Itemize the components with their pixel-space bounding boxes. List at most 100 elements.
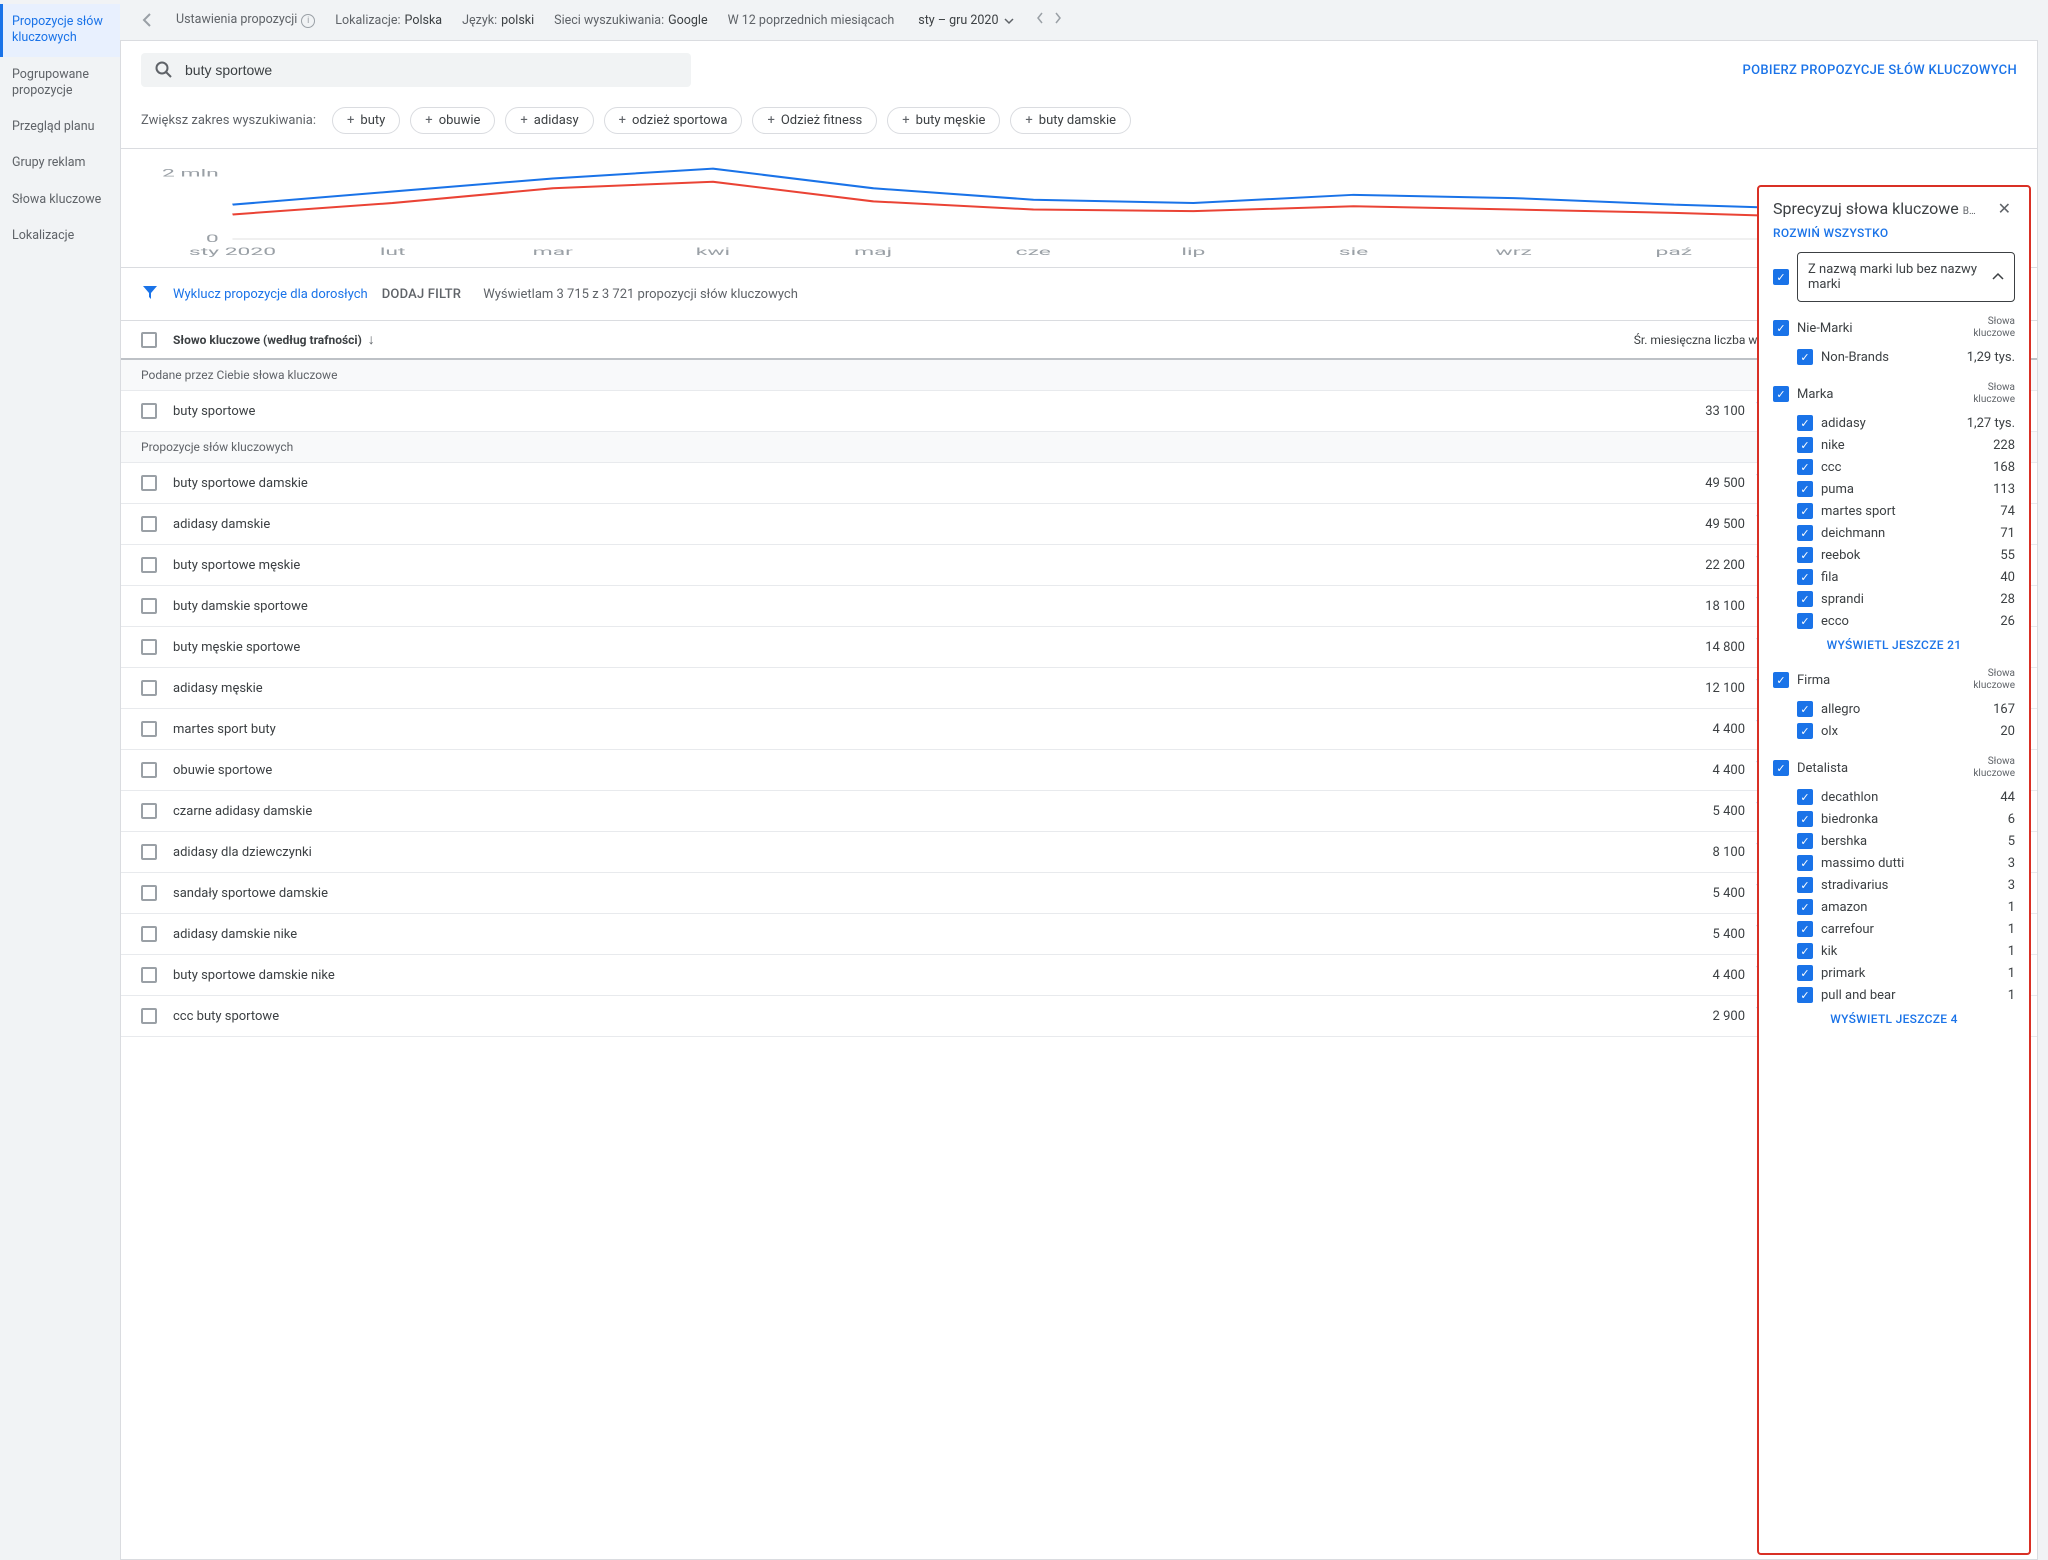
back-icon[interactable] <box>138 11 156 29</box>
refine-item[interactable]: ✓bershka 5 <box>1773 830 2015 852</box>
row-checkbox[interactable] <box>141 598 157 614</box>
show-more-link[interactable]: WYŚWIETL JESZCZE 4 <box>1773 1006 2015 1028</box>
item-checkbox[interactable]: ✓ <box>1797 547 1813 563</box>
item-checkbox[interactable]: ✓ <box>1797 481 1813 497</box>
item-checkbox[interactable]: ✓ <box>1797 701 1813 717</box>
language-value[interactable]: polski <box>501 13 534 28</box>
expand-chip[interactable]: +buty męskie <box>887 107 1000 134</box>
row-checkbox[interactable] <box>141 803 157 819</box>
expand-chip[interactable]: +buty <box>332 107 400 134</box>
expand-chip[interactable]: +Odzież fitness <box>752 107 877 134</box>
row-checkbox[interactable] <box>141 403 157 419</box>
sidebar-item[interactable]: Propozycje słów kluczowych <box>0 4 120 57</box>
expand-chip[interactable]: +adidasy <box>505 107 593 134</box>
section-checkbox[interactable]: ✓ <box>1773 760 1789 776</box>
refine-item[interactable]: ✓amazon 1 <box>1773 896 2015 918</box>
row-checkbox[interactable] <box>141 639 157 655</box>
expand-chip[interactable]: +buty damskie <box>1010 107 1131 134</box>
sidebar-item[interactable]: Słowa kluczowe <box>0 182 120 218</box>
table-row[interactable]: buty męskie sportowe 14 800 Duża <box>121 627 2037 668</box>
item-checkbox[interactable]: ✓ <box>1797 877 1813 893</box>
table-row[interactable]: buty sportowe damskie nike 4 400 Duża <box>121 955 2037 996</box>
refine-item[interactable]: ✓sprandi 28 <box>1773 588 2015 610</box>
item-checkbox[interactable]: ✓ <box>1797 965 1813 981</box>
download-button[interactable]: POBIERZ PROPOZYCJE SŁÓW KLUCZOWYCH <box>1743 63 2018 78</box>
show-more-link[interactable]: WYŚWIETL JESZCZE 21 <box>1773 632 2015 654</box>
refine-item[interactable]: ✓pull and bear 1 <box>1773 984 2015 1006</box>
refine-item[interactable]: ✓allegro 167 <box>1773 698 2015 720</box>
col-keyword[interactable]: Słowo kluczowe (według trafności) <box>173 333 362 347</box>
sidebar-item[interactable]: Lokalizacje <box>0 218 120 254</box>
filter-icon[interactable] <box>141 283 159 305</box>
item-checkbox[interactable]: ✓ <box>1797 459 1813 475</box>
item-checkbox[interactable]: ✓ <box>1797 437 1813 453</box>
section-checkbox[interactable]: ✓ <box>1773 320 1789 336</box>
refine-item[interactable]: ✓kik 1 <box>1773 940 2015 962</box>
expand-chip[interactable]: +odzież sportowa <box>604 107 743 134</box>
table-row[interactable]: buty sportowe 33 100 Duża <box>121 391 2037 432</box>
table-row[interactable]: ccc buty sportowe 2 900 Duża <box>121 996 2037 1037</box>
refine-item[interactable]: ✓ecco 26 <box>1773 610 2015 632</box>
item-checkbox[interactable]: ✓ <box>1797 591 1813 607</box>
refine-item[interactable]: ✓carrefour 1 <box>1773 918 2015 940</box>
item-checkbox[interactable]: ✓ <box>1797 525 1813 541</box>
item-checkbox[interactable]: ✓ <box>1797 921 1813 937</box>
table-row[interactable]: adidasy damskie 49 500 Duża <box>121 504 2037 545</box>
refine-item[interactable]: ✓adidasy 1,27 tys. <box>1773 412 2015 434</box>
refine-item[interactable]: ✓reebok 55 <box>1773 544 2015 566</box>
network-value[interactable]: Google <box>668 13 707 28</box>
row-checkbox[interactable] <box>141 926 157 942</box>
table-row[interactable]: buty sportowe damskie 49 500 Duża <box>121 463 2037 504</box>
row-checkbox[interactable] <box>141 721 157 737</box>
item-checkbox[interactable]: ✓ <box>1797 811 1813 827</box>
item-checkbox[interactable]: ✓ <box>1797 855 1813 871</box>
table-row[interactable]: buty sportowe męskie 22 200 Duża <box>121 545 2037 586</box>
item-checkbox[interactable]: ✓ <box>1797 723 1813 739</box>
row-checkbox[interactable] <box>141 516 157 532</box>
item-checkbox[interactable]: ✓ <box>1797 987 1813 1003</box>
refine-item[interactable]: ✓deichmann 71 <box>1773 522 2015 544</box>
date-range[interactable]: sty – gru 2020 <box>918 13 998 28</box>
item-checkbox[interactable]: ✓ <box>1797 569 1813 585</box>
refine-item[interactable]: ✓biedronka 6 <box>1773 808 2015 830</box>
row-checkbox[interactable] <box>141 1008 157 1024</box>
section-checkbox[interactable]: ✓ <box>1773 672 1789 688</box>
refine-item[interactable]: ✓nike 228 <box>1773 434 2015 456</box>
row-checkbox[interactable] <box>141 885 157 901</box>
refine-item[interactable]: ✓Non-Brands 1,29 tys. <box>1773 346 2015 368</box>
brand-filter-dropdown[interactable]: Z nazwą marki lub bez nazwy marki <box>1797 252 2015 302</box>
item-checkbox[interactable]: ✓ <box>1797 899 1813 915</box>
table-row[interactable]: sandały sportowe damskie 5 400 Duża <box>121 873 2037 914</box>
sidebar-item[interactable]: Przegląd planu <box>0 109 120 145</box>
add-filter-button[interactable]: DODAJ FILTR <box>382 287 461 302</box>
row-checkbox[interactable] <box>141 844 157 860</box>
select-all-checkbox[interactable] <box>141 332 157 348</box>
table-row[interactable]: czarne adidasy damskie 5 400 Duża <box>121 791 2037 832</box>
refine-item[interactable]: ✓ccc 168 <box>1773 456 2015 478</box>
exclude-adult-link[interactable]: Wyklucz propozycje dla dorosłych <box>173 287 368 302</box>
info-icon[interactable]: i <box>301 14 315 28</box>
refine-item[interactable]: ✓stradivarius 3 <box>1773 874 2015 896</box>
item-checkbox[interactable]: ✓ <box>1797 613 1813 629</box>
row-checkbox[interactable] <box>141 680 157 696</box>
row-checkbox[interactable] <box>141 762 157 778</box>
expand-chip[interactable]: +obuwie <box>410 107 495 134</box>
refine-item[interactable]: ✓massimo dutti 3 <box>1773 852 2015 874</box>
item-checkbox[interactable]: ✓ <box>1797 503 1813 519</box>
table-row[interactable]: obuwie sportowe 4 400 Duża <box>121 750 2037 791</box>
refine-item[interactable]: ✓olx 20 <box>1773 720 2015 742</box>
refine-item[interactable]: ✓martes sport 74 <box>1773 500 2015 522</box>
settings-label[interactable]: Ustawienia propozycji <box>176 12 297 27</box>
item-checkbox[interactable]: ✓ <box>1797 349 1813 365</box>
location-value[interactable]: Polska <box>405 13 443 28</box>
item-checkbox[interactable]: ✓ <box>1797 415 1813 431</box>
brand-toggle-checkbox[interactable]: ✓ <box>1773 269 1789 285</box>
item-checkbox[interactable]: ✓ <box>1797 943 1813 959</box>
refine-item[interactable]: ✓puma 113 <box>1773 478 2015 500</box>
item-checkbox[interactable]: ✓ <box>1797 789 1813 805</box>
refine-item[interactable]: ✓fila 40 <box>1773 566 2015 588</box>
table-row[interactable]: adidasy męskie 12 100 Duża <box>121 668 2037 709</box>
table-row[interactable]: martes sport buty 4 400 Duża <box>121 709 2037 750</box>
search-input[interactable] <box>185 62 677 78</box>
table-row[interactable]: buty damskie sportowe 18 100 Duża <box>121 586 2037 627</box>
